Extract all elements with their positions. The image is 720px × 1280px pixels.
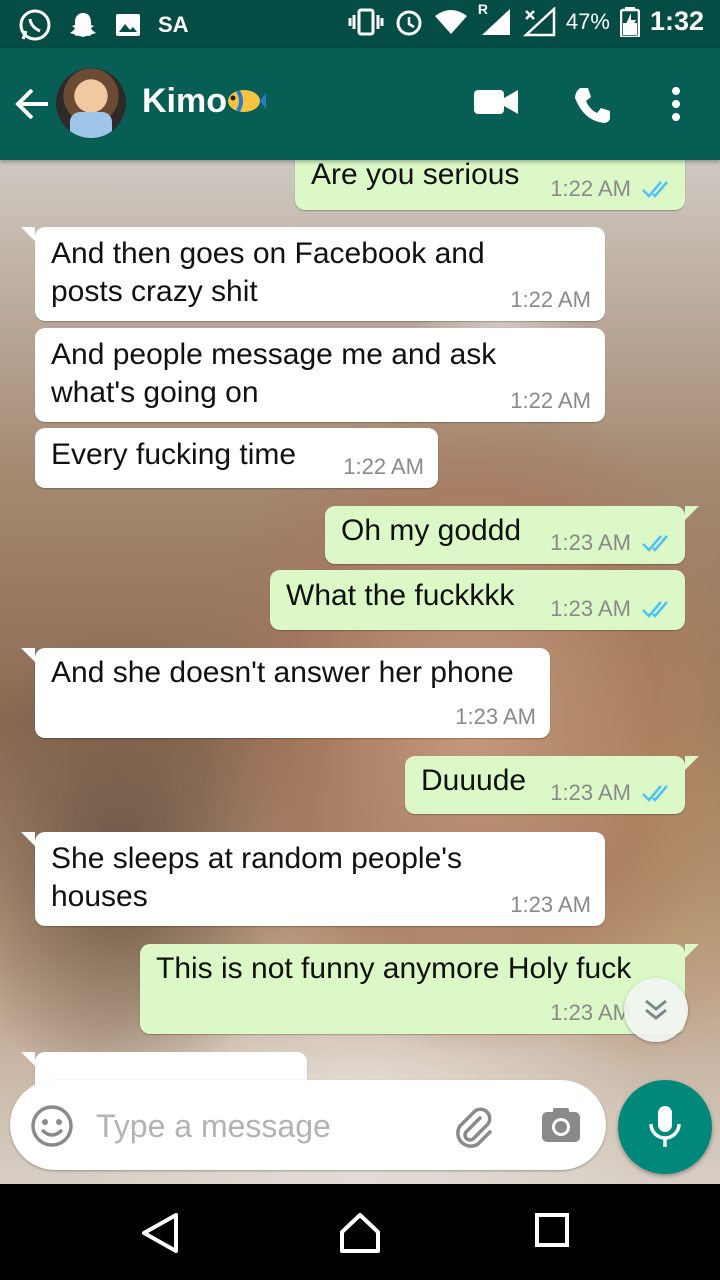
message-time: 1:23 AM (455, 704, 536, 729)
read-receipt-icon (642, 181, 668, 198)
message-time: 1:23 AM (550, 596, 631, 621)
vibrate-icon (348, 8, 384, 35)
incoming-message[interactable]: She sleeps at random people's houses 1:2… (21, 832, 605, 926)
outgoing-message[interactable]: Are you serious 1:22 AM (295, 160, 685, 210)
back-arrow-icon[interactable] (14, 86, 50, 122)
message-text: Oh my goddd (341, 514, 522, 547)
message-time: 1:22 AM (510, 388, 591, 413)
chat-header: Kimo (0, 48, 720, 160)
snapchat-icon (70, 13, 96, 37)
phone-icon[interactable] (572, 86, 612, 126)
scroll-to-bottom-button[interactable] (624, 978, 688, 1042)
emoji-icon[interactable] (30, 1104, 74, 1148)
mic-button[interactable] (618, 1080, 712, 1174)
signal-x-icon (522, 6, 556, 36)
message-time: 1:22 AM (343, 454, 424, 479)
message-composer (10, 1080, 606, 1170)
nav-home-icon[interactable] (338, 1212, 382, 1254)
contact-name[interactable]: Kimo (142, 82, 227, 121)
double-chevron-down-icon (645, 999, 667, 1020)
battery-percent: 47% (565, 8, 610, 34)
mic-icon (649, 1106, 681, 1147)
message-time: 1:23 AM (510, 892, 591, 917)
message-text: Every fucking time (51, 438, 297, 471)
signal-icon (481, 8, 510, 35)
outgoing-message[interactable]: Oh my goddd 1:23 AM (325, 506, 699, 564)
message-text-line: houses (51, 880, 148, 913)
outgoing-message[interactable]: This is not funny anymore Holy fuck 1:23… (140, 944, 699, 1034)
message-time: 1:23 AM (550, 780, 631, 805)
video-call-icon[interactable] (474, 86, 518, 118)
alarm-icon (396, 10, 422, 35)
message-time: 1:22 AM (550, 176, 631, 201)
status-carrier-text: SA (158, 12, 189, 37)
contact-avatar[interactable] (56, 68, 126, 138)
whatsapp-icon (19, 9, 51, 41)
camera-icon[interactable] (540, 1106, 582, 1144)
incoming-message[interactable]: Every fucking time 1:22 AM (35, 428, 438, 488)
more-vert-icon[interactable] (668, 86, 684, 122)
outgoing-message[interactable]: Duuude 1:23 AM (405, 756, 699, 814)
message-text-line: And then goes on Facebook and (51, 237, 485, 270)
incoming-message[interactable]: And people message me and ask what's goi… (35, 328, 605, 422)
attach-icon[interactable] (450, 1104, 494, 1148)
message-text-line: posts crazy shit (51, 275, 258, 308)
message-time: 1:22 AM (510, 287, 591, 312)
incoming-message[interactable]: And then goes on Facebook and posts craz… (21, 227, 605, 321)
status-bar: SA R 47% 1:32 (0, 0, 720, 48)
message-text: This is not funny anymore Holy fuck (156, 952, 632, 985)
nav-recents-icon[interactable] (534, 1212, 570, 1248)
nav-back-icon[interactable] (140, 1212, 180, 1254)
message-text: Are you serious (311, 160, 520, 191)
read-receipt-icon (642, 535, 668, 552)
system-navigation-bar (0, 1184, 720, 1280)
message-text-line: what's going on (51, 376, 259, 409)
incoming-message[interactable]: And she doesn't answer her phone 1:23 AM (21, 648, 550, 738)
message-text: And she doesn't answer her phone (51, 656, 514, 689)
chat-area[interactable]: Are you serious 1:22 AM And then goes on… (0, 160, 720, 1184)
read-receipt-icon (642, 601, 668, 618)
message-text: What the fuckkkk (286, 579, 515, 612)
wifi-icon (434, 9, 467, 34)
message-text-line: And people message me and ask (51, 338, 497, 371)
message-time: 1:23 AM (550, 1000, 631, 1025)
message-text: Duuude (421, 764, 527, 797)
outgoing-message[interactable]: What the fuckkkk 1:23 AM (270, 570, 685, 630)
message-time: 1:23 AM (550, 530, 631, 555)
message-input[interactable] (94, 1102, 428, 1150)
message-text-line: She sleeps at random people's (51, 842, 462, 875)
clock: 1:32 (649, 6, 704, 36)
read-receipt-icon (642, 785, 668, 802)
gallery-icon (116, 14, 140, 36)
tropical-fish-emoji-icon (228, 89, 266, 113)
battery-icon (619, 6, 640, 37)
